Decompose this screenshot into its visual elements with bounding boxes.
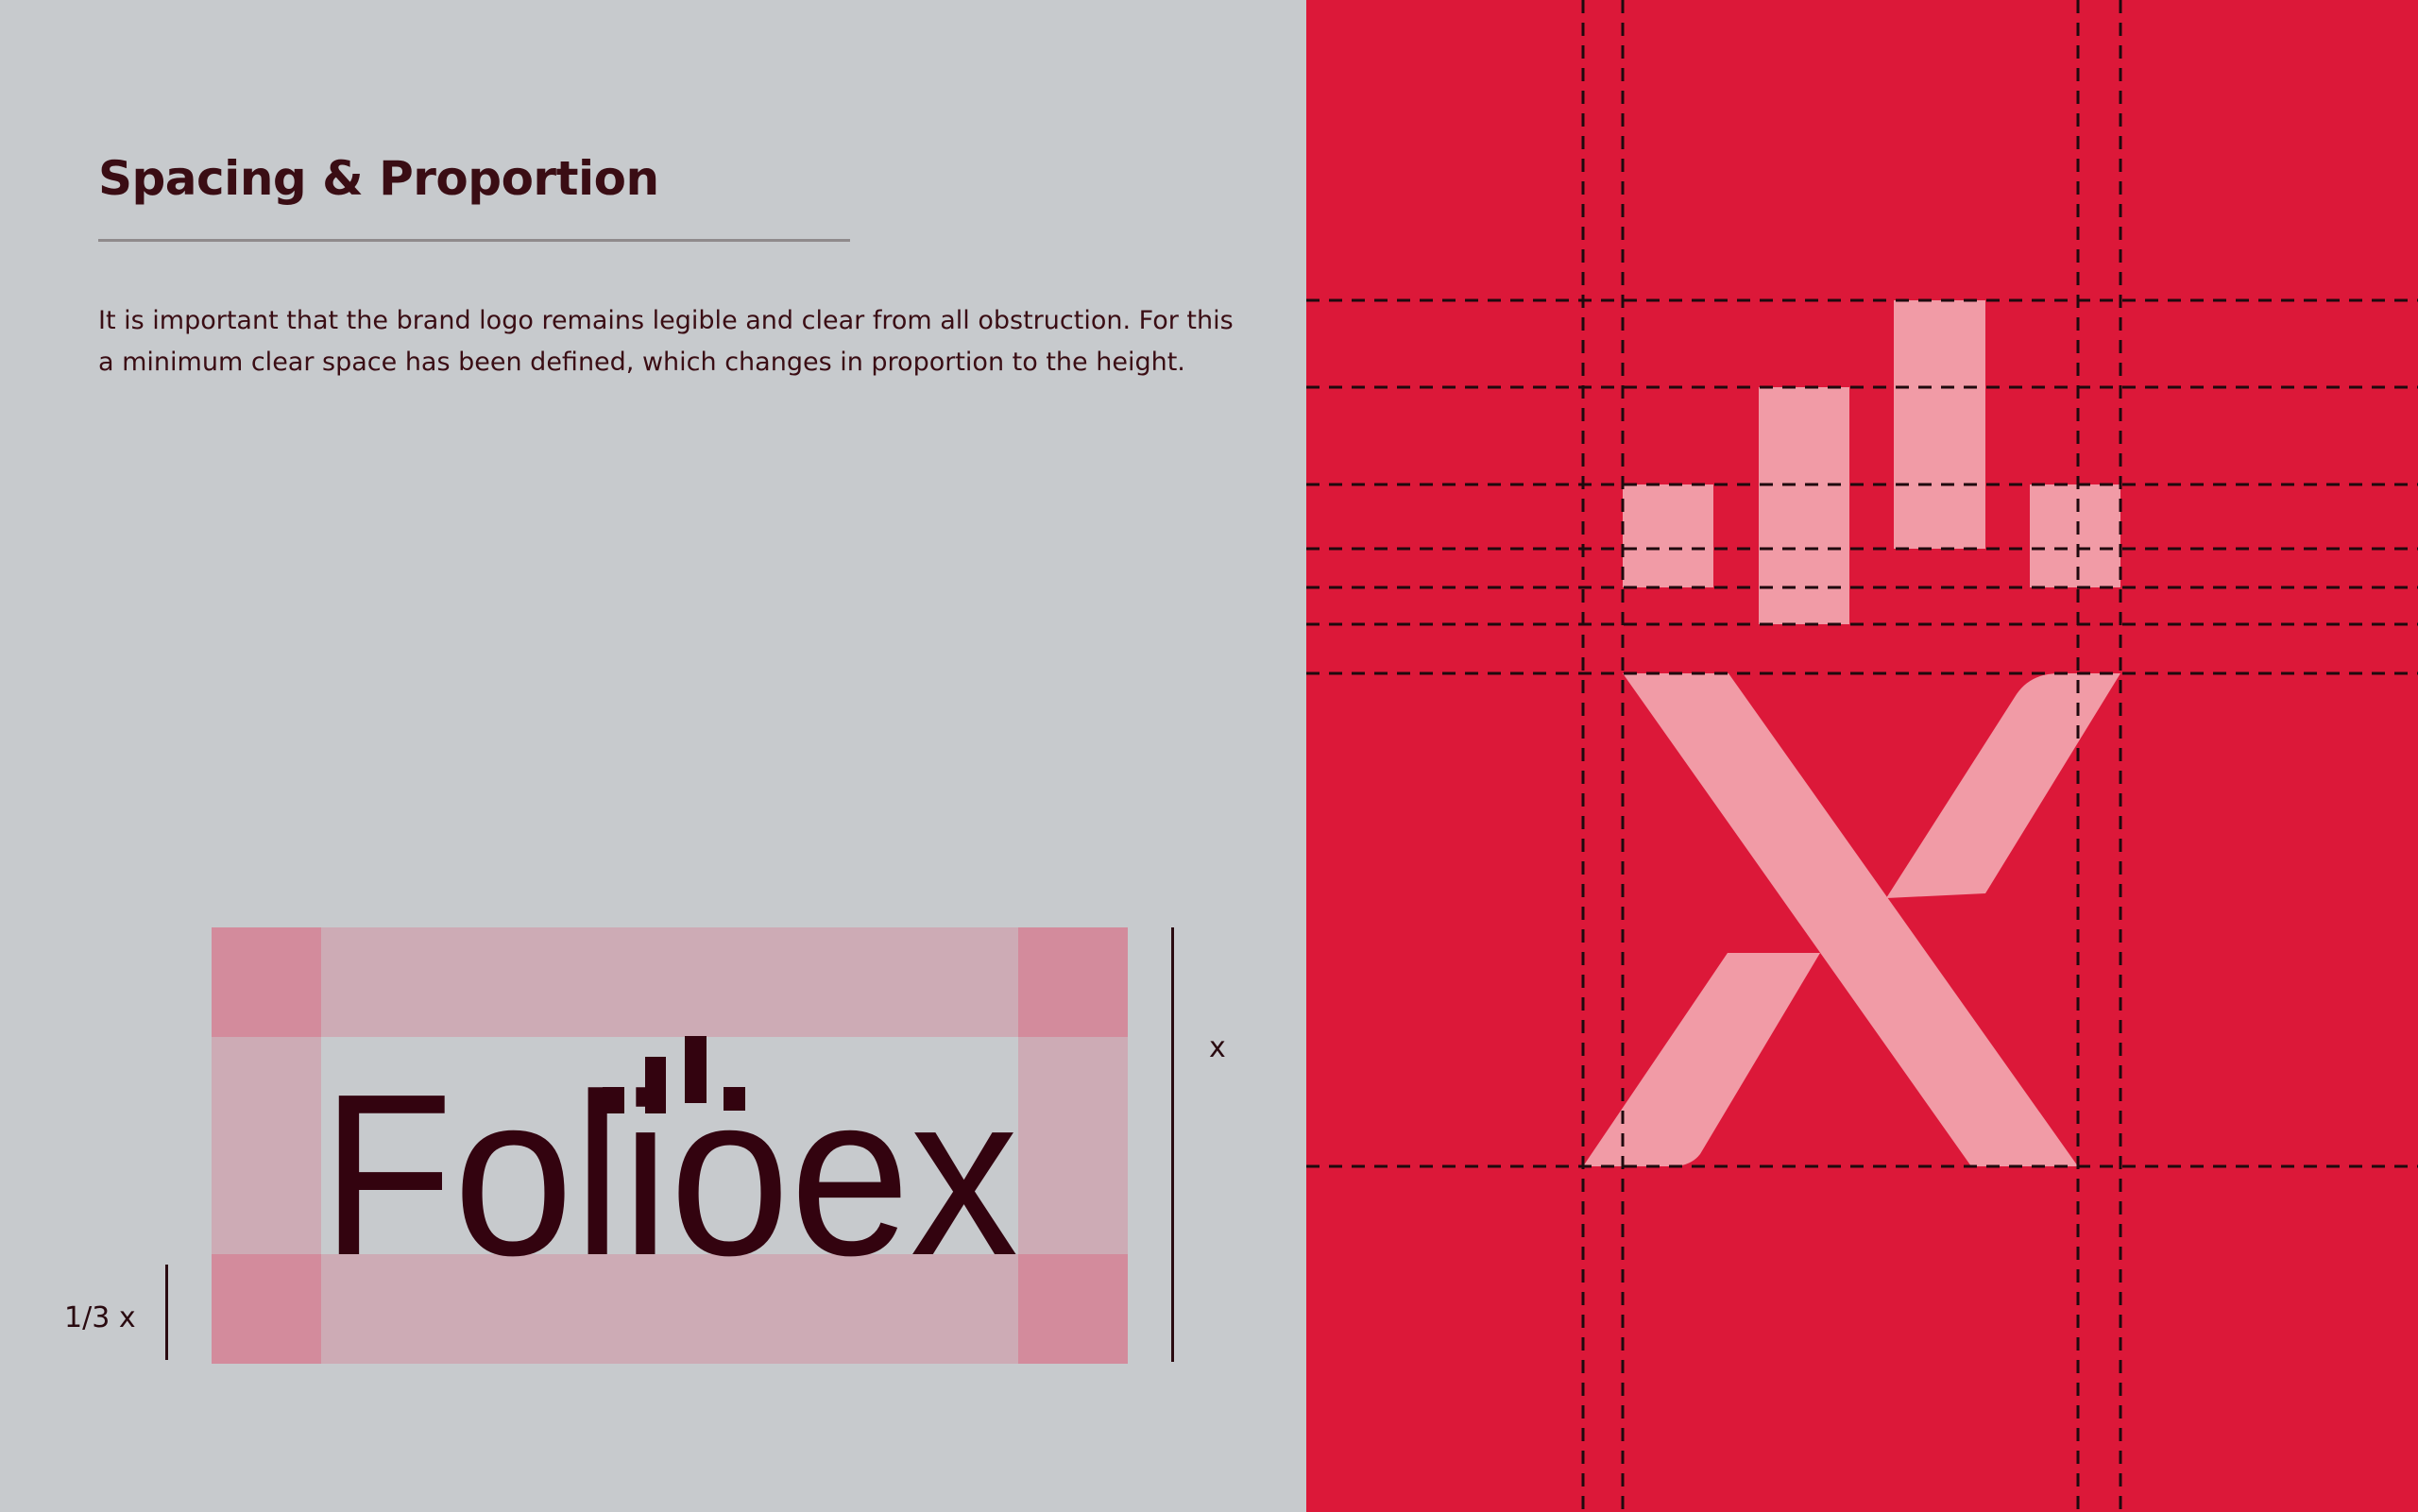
- logomark: [1583, 300, 2120, 1166]
- clearspace-corner-bl: [212, 1254, 321, 1364]
- mark-bar-4: [2030, 484, 2120, 587]
- clearspace-label: 1/3 x: [64, 1301, 136, 1334]
- mark-bar-3: [1894, 300, 1985, 549]
- mark-x-upper-arm: [1886, 673, 2120, 898]
- mark-x-lower-arm: [1583, 953, 1820, 1166]
- logomark-construction-grid: [1306, 0, 2418, 1512]
- folioex-logo: Folioex: [321, 1036, 1018, 1303]
- left-panel: Spacing & Proportion It is important tha…: [0, 0, 1306, 1512]
- height-label: x: [1209, 1031, 1226, 1064]
- clearspace-diagram: Folioex: [212, 927, 1128, 1364]
- height-measure-line: [1171, 927, 1174, 1362]
- logo-bar-3: [685, 1036, 707, 1103]
- clearspace-measure-line: [165, 1265, 168, 1360]
- logo-bar-1: [603, 1087, 624, 1113]
- clearspace-corner-br: [1018, 1254, 1128, 1364]
- right-panel: [1306, 0, 2418, 1512]
- mark-bar-1: [1623, 484, 1713, 587]
- clearspace-corner-tl: [212, 927, 321, 1037]
- guide-lines: [1306, 0, 2418, 1512]
- logo-wordmark: Folioex: [321, 1045, 1018, 1303]
- clearspace-corner-tr: [1018, 927, 1128, 1037]
- logo-bar-2: [645, 1057, 666, 1113]
- logo-bar-4: [724, 1087, 745, 1111]
